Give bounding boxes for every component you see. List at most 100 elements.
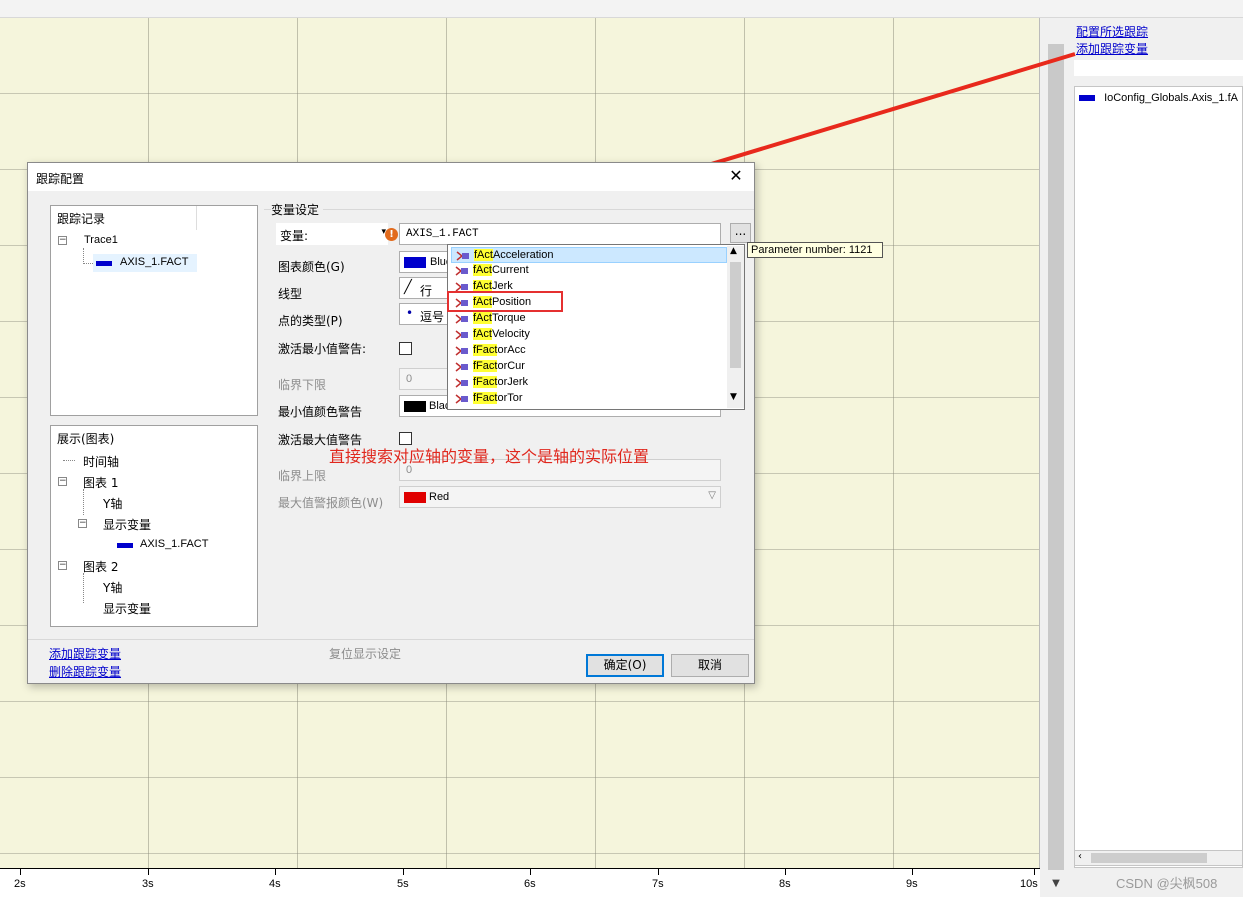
- tree-item-axis1-fact[interactable]: AXIS_1.FACT: [93, 254, 197, 272]
- match-highlight: fFact: [473, 360, 498, 372]
- tree-item-var1[interactable]: AXIS_1.FACT: [140, 538, 208, 550]
- match-rest: Current: [491, 264, 529, 276]
- autocomplete-item[interactable]: fActVelocity: [451, 327, 727, 343]
- point-type-value: 逗号: [420, 310, 445, 324]
- match-rest: Acceleration: [492, 249, 554, 261]
- header-divider: [196, 206, 197, 230]
- tree-item-chart2[interactable]: 图表 2: [83, 558, 118, 575]
- collapse-icon[interactable]: −: [78, 519, 87, 528]
- autocomplete-item-label: fFactorCur: [473, 360, 525, 372]
- trace-color-swatch: [117, 543, 133, 548]
- trace-config-dialog: 跟踪配置 ✕ 跟踪记录 − Trace1 AXIS_1.FACT 展示(图表) …: [27, 162, 755, 684]
- lower-limit-value: 0: [406, 373, 413, 385]
- variable-icon: [456, 251, 469, 261]
- match-highlight: fFact: [473, 376, 498, 388]
- close-icon[interactable]: ✕: [724, 165, 748, 187]
- display-chart-panel: 展示(图表) 时间轴 − 图表 1 Y轴 − 显示变量 AXIS_1.FACT …: [50, 425, 258, 627]
- autocomplete-item-label: fFactorAcc: [473, 344, 526, 356]
- scroll-down-icon[interactable]: ▼: [730, 392, 737, 402]
- display-chart-header: 展示(图表): [57, 432, 115, 446]
- match-highlight: fFact: [473, 392, 498, 404]
- collapse-icon[interactable]: −: [58, 477, 67, 486]
- autocomplete-item[interactable]: fActAcceleration: [451, 247, 727, 263]
- match-rest: orJerk: [497, 376, 529, 388]
- black-swatch: [404, 401, 426, 412]
- dialog-title: 跟踪配置: [36, 172, 85, 186]
- min-warning-checkbox[interactable]: [399, 342, 412, 355]
- autocomplete-item-label: fActVelocity: [473, 328, 530, 340]
- tree-item-trace1[interactable]: Trace1: [84, 234, 118, 246]
- delete-trace-variable-button[interactable]: 删除跟踪变量: [49, 663, 121, 680]
- tree-item-display-vars-1[interactable]: 显示变量: [103, 516, 151, 533]
- autocomplete-scrollbar[interactable]: ▲ ▼: [727, 246, 744, 408]
- parameter-tooltip: Parameter number: 1121: [747, 242, 883, 258]
- tree-item-y-axis-2[interactable]: Y轴: [103, 579, 122, 596]
- scroll-up-icon[interactable]: ▲: [730, 246, 737, 256]
- autocomplete-item-label: fActCurrent: [473, 264, 529, 276]
- match-highlight: fAct: [473, 328, 492, 340]
- footer-divider: [28, 639, 754, 640]
- max-color-label: 最大值警报颜色(W): [278, 496, 384, 510]
- autocomplete-item[interactable]: fActCurrent: [451, 263, 727, 279]
- variable-settings-title: 变量设定: [271, 201, 324, 218]
- match-rest: Velocity: [491, 328, 530, 340]
- trace-color-swatch: [96, 261, 112, 266]
- chevron-down-icon[interactable]: ▽: [708, 490, 716, 501]
- add-trace-variable-button[interactable]: 添加跟踪变量: [49, 645, 121, 662]
- trace-record-header: 跟踪记录: [57, 212, 106, 226]
- reset-display-settings-button[interactable]: 复位显示设定: [329, 645, 401, 662]
- match-highlight: fAct: [473, 312, 492, 324]
- collapse-icon[interactable]: −: [58, 561, 67, 570]
- match-rest: orCur: [497, 360, 525, 372]
- match-rest: orTor: [497, 392, 523, 404]
- variable-icon: [455, 378, 468, 388]
- tree-line: [83, 263, 93, 264]
- cancel-button[interactable]: 取消: [671, 654, 749, 677]
- autocomplete-item[interactable]: fActTorque: [451, 311, 727, 327]
- warning-icon: !: [385, 228, 398, 241]
- tree-item-display-vars-2[interactable]: 显示变量: [103, 600, 151, 617]
- variable-input[interactable]: AXIS_1.FACT: [399, 223, 721, 245]
- variable-icon: [455, 394, 468, 404]
- chart-color-label: 图表颜色(G): [278, 260, 345, 274]
- red-swatch: [404, 492, 426, 503]
- autocomplete-item-label: fFactorJerk: [473, 376, 528, 388]
- scroll-thumb[interactable]: [730, 262, 741, 368]
- max-color-select[interactable]: Red ▽: [399, 486, 721, 508]
- variable-icon: [455, 266, 468, 276]
- ok-button[interactable]: 确定(O): [586, 654, 664, 677]
- autocomplete-item[interactable]: fFactorTor: [451, 391, 727, 407]
- upper-limit-label: 临界上限: [278, 469, 327, 483]
- tree-line: [83, 489, 84, 515]
- tree-item-y-axis-1[interactable]: Y轴: [103, 495, 122, 512]
- autocomplete-item[interactable]: fFactorCur: [451, 359, 727, 375]
- annotation-text: 直接搜索对应轴的变量，这个是轴的实际位置: [329, 447, 650, 466]
- tree-line: [83, 248, 84, 264]
- line-type-value: 行: [420, 284, 433, 298]
- line-icon: ╱: [404, 280, 412, 295]
- blue-swatch: [404, 257, 426, 268]
- autocomplete-item[interactable]: fFactorAcc: [451, 343, 727, 359]
- tree-item-chart1[interactable]: 图表 1: [83, 474, 118, 491]
- dialog-titlebar[interactable]: 跟踪配置 ✕: [28, 163, 754, 191]
- match-highlight: fFact: [473, 344, 498, 356]
- min-color-label: 最小值颜色警告: [278, 405, 363, 419]
- line-type-label: 线型: [278, 287, 303, 301]
- autocomplete-item-label: fFactorTor: [473, 392, 523, 404]
- max-color-value: Red: [429, 491, 450, 503]
- trace-record-panel: 跟踪记录 − Trace1 AXIS_1.FACT: [50, 205, 258, 416]
- variable-icon: [455, 346, 468, 356]
- match-rest: orAcc: [497, 344, 526, 356]
- tree-item-time-axis[interactable]: 时间轴: [83, 453, 119, 470]
- variable-input-value: AXIS_1.FACT: [406, 228, 479, 240]
- autocomplete-item[interactable]: fFactorJerk: [451, 375, 727, 391]
- autocomplete-list[interactable]: fActAcceleration fActCurrent fActJerk fActP…: [447, 244, 745, 410]
- point-type-label: 点的类型(P): [278, 314, 343, 328]
- variable-icon: [455, 330, 468, 340]
- tree-line: [83, 573, 84, 603]
- collapse-icon[interactable]: −: [58, 236, 67, 245]
- variable-type-combo[interactable]: 变量: ▾: [276, 223, 388, 245]
- browse-button[interactable]: ...: [730, 223, 751, 243]
- variable-icon: [455, 314, 468, 324]
- tree-item-label: AXIS_1.FACT: [120, 256, 189, 268]
